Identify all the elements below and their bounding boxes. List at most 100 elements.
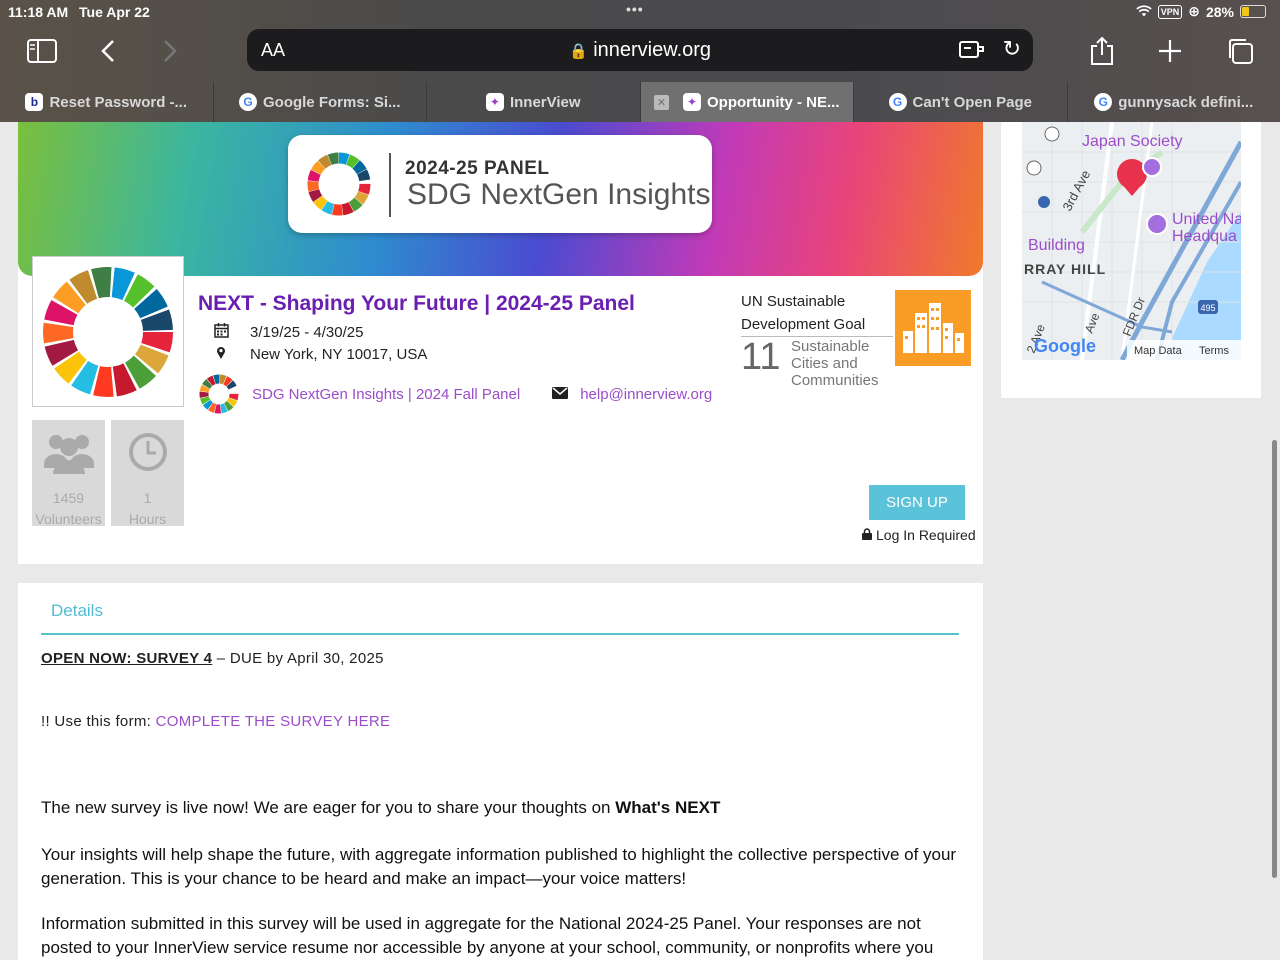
close-tab-icon[interactable]: ✕: [654, 94, 669, 110]
organization-logo: [32, 256, 184, 407]
map-pin-icon: [212, 346, 230, 363]
interstate-shield: 495: [1200, 303, 1215, 313]
map-label-murray-hill: RRAY HILL: [1024, 261, 1106, 277]
volunteers-count: 1459: [52, 490, 85, 506]
google-logo: Google: [1034, 336, 1096, 356]
extensions-icon[interactable]: [959, 39, 985, 64]
intro-text: The new survey is live now! We are eager…: [41, 798, 616, 817]
forward-icon[interactable]: [150, 34, 190, 68]
banner-panel-year: 2024-25 PANEL: [405, 158, 550, 179]
tab-label: gunnysack defini...: [1118, 93, 1254, 111]
address-bar[interactable]: AA 🔒 innerview.org ↻: [247, 29, 1033, 71]
location-map[interactable]: 495 Japan Society United Na Headqua Buil…: [1022, 122, 1241, 360]
google-favicon-icon: G: [888, 93, 907, 111]
privacy-paragraph: Information submitted in this survey wil…: [41, 914, 934, 957]
banner-divider: [389, 153, 391, 217]
tab-label: Google Forms: Si...: [262, 93, 401, 111]
opportunity-card: 2024-25 PANEL SDG NextGen Insights NEXT …: [18, 122, 983, 564]
complete-survey-link[interactable]: COMPLETE THE SURVEY HERE: [156, 713, 391, 730]
map-terms-link[interactable]: Terms: [1199, 345, 1229, 357]
tab-innerview[interactable]: ✦ InnerView: [427, 82, 641, 122]
opportunity-title: NEXT - Shaping Your Future | 2024-25 Pan…: [198, 292, 635, 315]
sdg-goal-number: 11: [741, 336, 781, 378]
browser-toolbar: AA 🔒 innerview.org ↻: [0, 24, 1280, 82]
sdg-goal-tile: [895, 290, 971, 366]
hours-label: Hours: [128, 511, 167, 527]
login-required-note: Log In Required: [862, 527, 976, 543]
tab-label: Can't Open Page: [912, 93, 1032, 111]
sidebar-icon[interactable]: [22, 34, 62, 68]
volunteers-label: Volunteers: [35, 511, 102, 527]
opportunity-location: New York, NY 10017, USA: [250, 346, 428, 363]
tab-opportunity[interactable]: ✕ ✦ Opportunity - NE...: [640, 82, 854, 122]
map-label-japan-society: Japan Society: [1082, 133, 1183, 150]
innerview-favicon-icon: ✦: [683, 93, 701, 111]
orientation-lock-icon: ⊕: [1188, 3, 1200, 19]
innerview-favicon-icon: ✦: [485, 93, 504, 111]
contact-email-link[interactable]: help@innerview.org: [580, 386, 712, 403]
form-line: !! Use this form: COMPLETE THE SURVEY HE…: [41, 713, 390, 730]
sign-up-button[interactable]: SIGN UP: [869, 485, 965, 520]
tab-gunnysack[interactable]: G gunnysack defini...: [1068, 82, 1280, 122]
map-label-building: Building: [1028, 237, 1085, 254]
lock-icon: [862, 527, 872, 543]
form-prefix-text: !! Use this form:: [41, 713, 156, 730]
share-icon[interactable]: [1082, 34, 1122, 68]
tab-label: Opportunity - NE...: [707, 93, 840, 111]
back-icon[interactable]: [88, 34, 128, 68]
page-scrollbar[interactable]: [1272, 440, 1277, 878]
battery-percent: 28%: [1205, 3, 1234, 20]
google-favicon-icon: G: [1094, 93, 1113, 111]
sdg-wheel-people-icon: [43, 266, 173, 397]
opportunity-banner: 2024-25 PANEL SDG NextGen Insights: [18, 122, 983, 276]
hours-count: 1: [143, 490, 152, 506]
battery-icon: [1240, 5, 1266, 18]
vpn-badge: VPN: [1157, 4, 1183, 19]
status-bar: 11:18 AM Tue Apr 22 ••• VPN ⊕ 28%: [0, 0, 1280, 24]
reload-icon[interactable]: ↻: [1003, 36, 1021, 62]
tab-label: InnerView: [509, 93, 581, 111]
tab-google-forms[interactable]: G Google Forms: Si...: [214, 82, 427, 122]
volunteers-stat: 1459 Volunteers: [32, 420, 105, 527]
map-data-link[interactable]: Map Data: [1134, 345, 1183, 357]
tab-label: Reset Password -...: [49, 93, 188, 111]
multitask-dots-icon[interactable]: •••: [626, 1, 644, 17]
browser-chrome: 11:18 AM Tue Apr 22 ••• VPN ⊕ 28% AA 🔒 i…: [0, 0, 1280, 122]
sdg-goal-label: UN Sustainable Development Goal: [741, 293, 866, 333]
url-text[interactable]: 🔒 innerview.org: [247, 39, 1033, 62]
banner-logo-box: 2024-25 PANEL SDG NextGen Insights: [288, 135, 712, 233]
organization-link[interactable]: SDG NextGen Insights | 2024 Fall Panel: [252, 386, 520, 403]
intro-bold-text: What's NEXT: [615, 798, 721, 817]
map-card: 495 Japan Society United Na Headqua Buil…: [1001, 122, 1261, 398]
google-favicon-icon: G: [238, 93, 257, 111]
open-now-label: OPEN NOW: SURVEY 4: [41, 650, 213, 667]
banner-program-name: SDG NextGen Insights: [407, 178, 711, 211]
org-avatar-icon: [199, 374, 239, 414]
tab-bar: b Reset Password -... G Google Forms: Si…: [0, 82, 1280, 122]
survey-status-line: OPEN NOW: SURVEY 4 – DUE by April 30, 20…: [41, 650, 384, 667]
tab-reset-password[interactable]: b Reset Password -...: [0, 82, 214, 122]
org-contact-row: SDG NextGen Insights | 2024 Fall Panel h…: [198, 373, 712, 415]
tab-overview-icon[interactable]: [1220, 34, 1260, 68]
url-label: innerview.org: [593, 39, 712, 61]
insights-paragraph: Your insights will help shape the future…: [41, 845, 957, 888]
clock-icon: [111, 428, 184, 476]
due-date-text: – DUE by April 30, 2025: [212, 650, 384, 667]
wifi-icon: [1136, 4, 1152, 20]
sdg-goal-name: Sustainable Cities and Communities: [791, 338, 879, 389]
calendar-icon: [212, 323, 230, 341]
map-canvas: 495 Japan Society United Na Headqua Buil…: [1022, 122, 1241, 360]
login-required-text: Log In Required: [876, 527, 976, 543]
intro-paragraph: The new survey is live now! We are eager…: [41, 796, 971, 820]
status-indicators: VPN ⊕ 28%: [1136, 3, 1266, 20]
page-content: 2024-25 PANEL SDG NextGen Insights NEXT …: [0, 122, 1280, 960]
map-label-un-hq: Headqua: [1172, 228, 1237, 245]
tab-details[interactable]: Details: [51, 601, 103, 621]
opportunity-dates: 3/19/25 - 4/30/25: [250, 323, 364, 341]
tab-cant-open-page[interactable]: G Can't Open Page: [854, 82, 1068, 122]
location-row: New York, NY 10017, USA: [212, 346, 427, 363]
dates-row: 3/19/25 - 4/30/25: [212, 323, 363, 341]
map-label-un: United Na: [1172, 211, 1241, 228]
new-tab-icon[interactable]: [1150, 34, 1190, 68]
tab-underline: [41, 633, 959, 635]
